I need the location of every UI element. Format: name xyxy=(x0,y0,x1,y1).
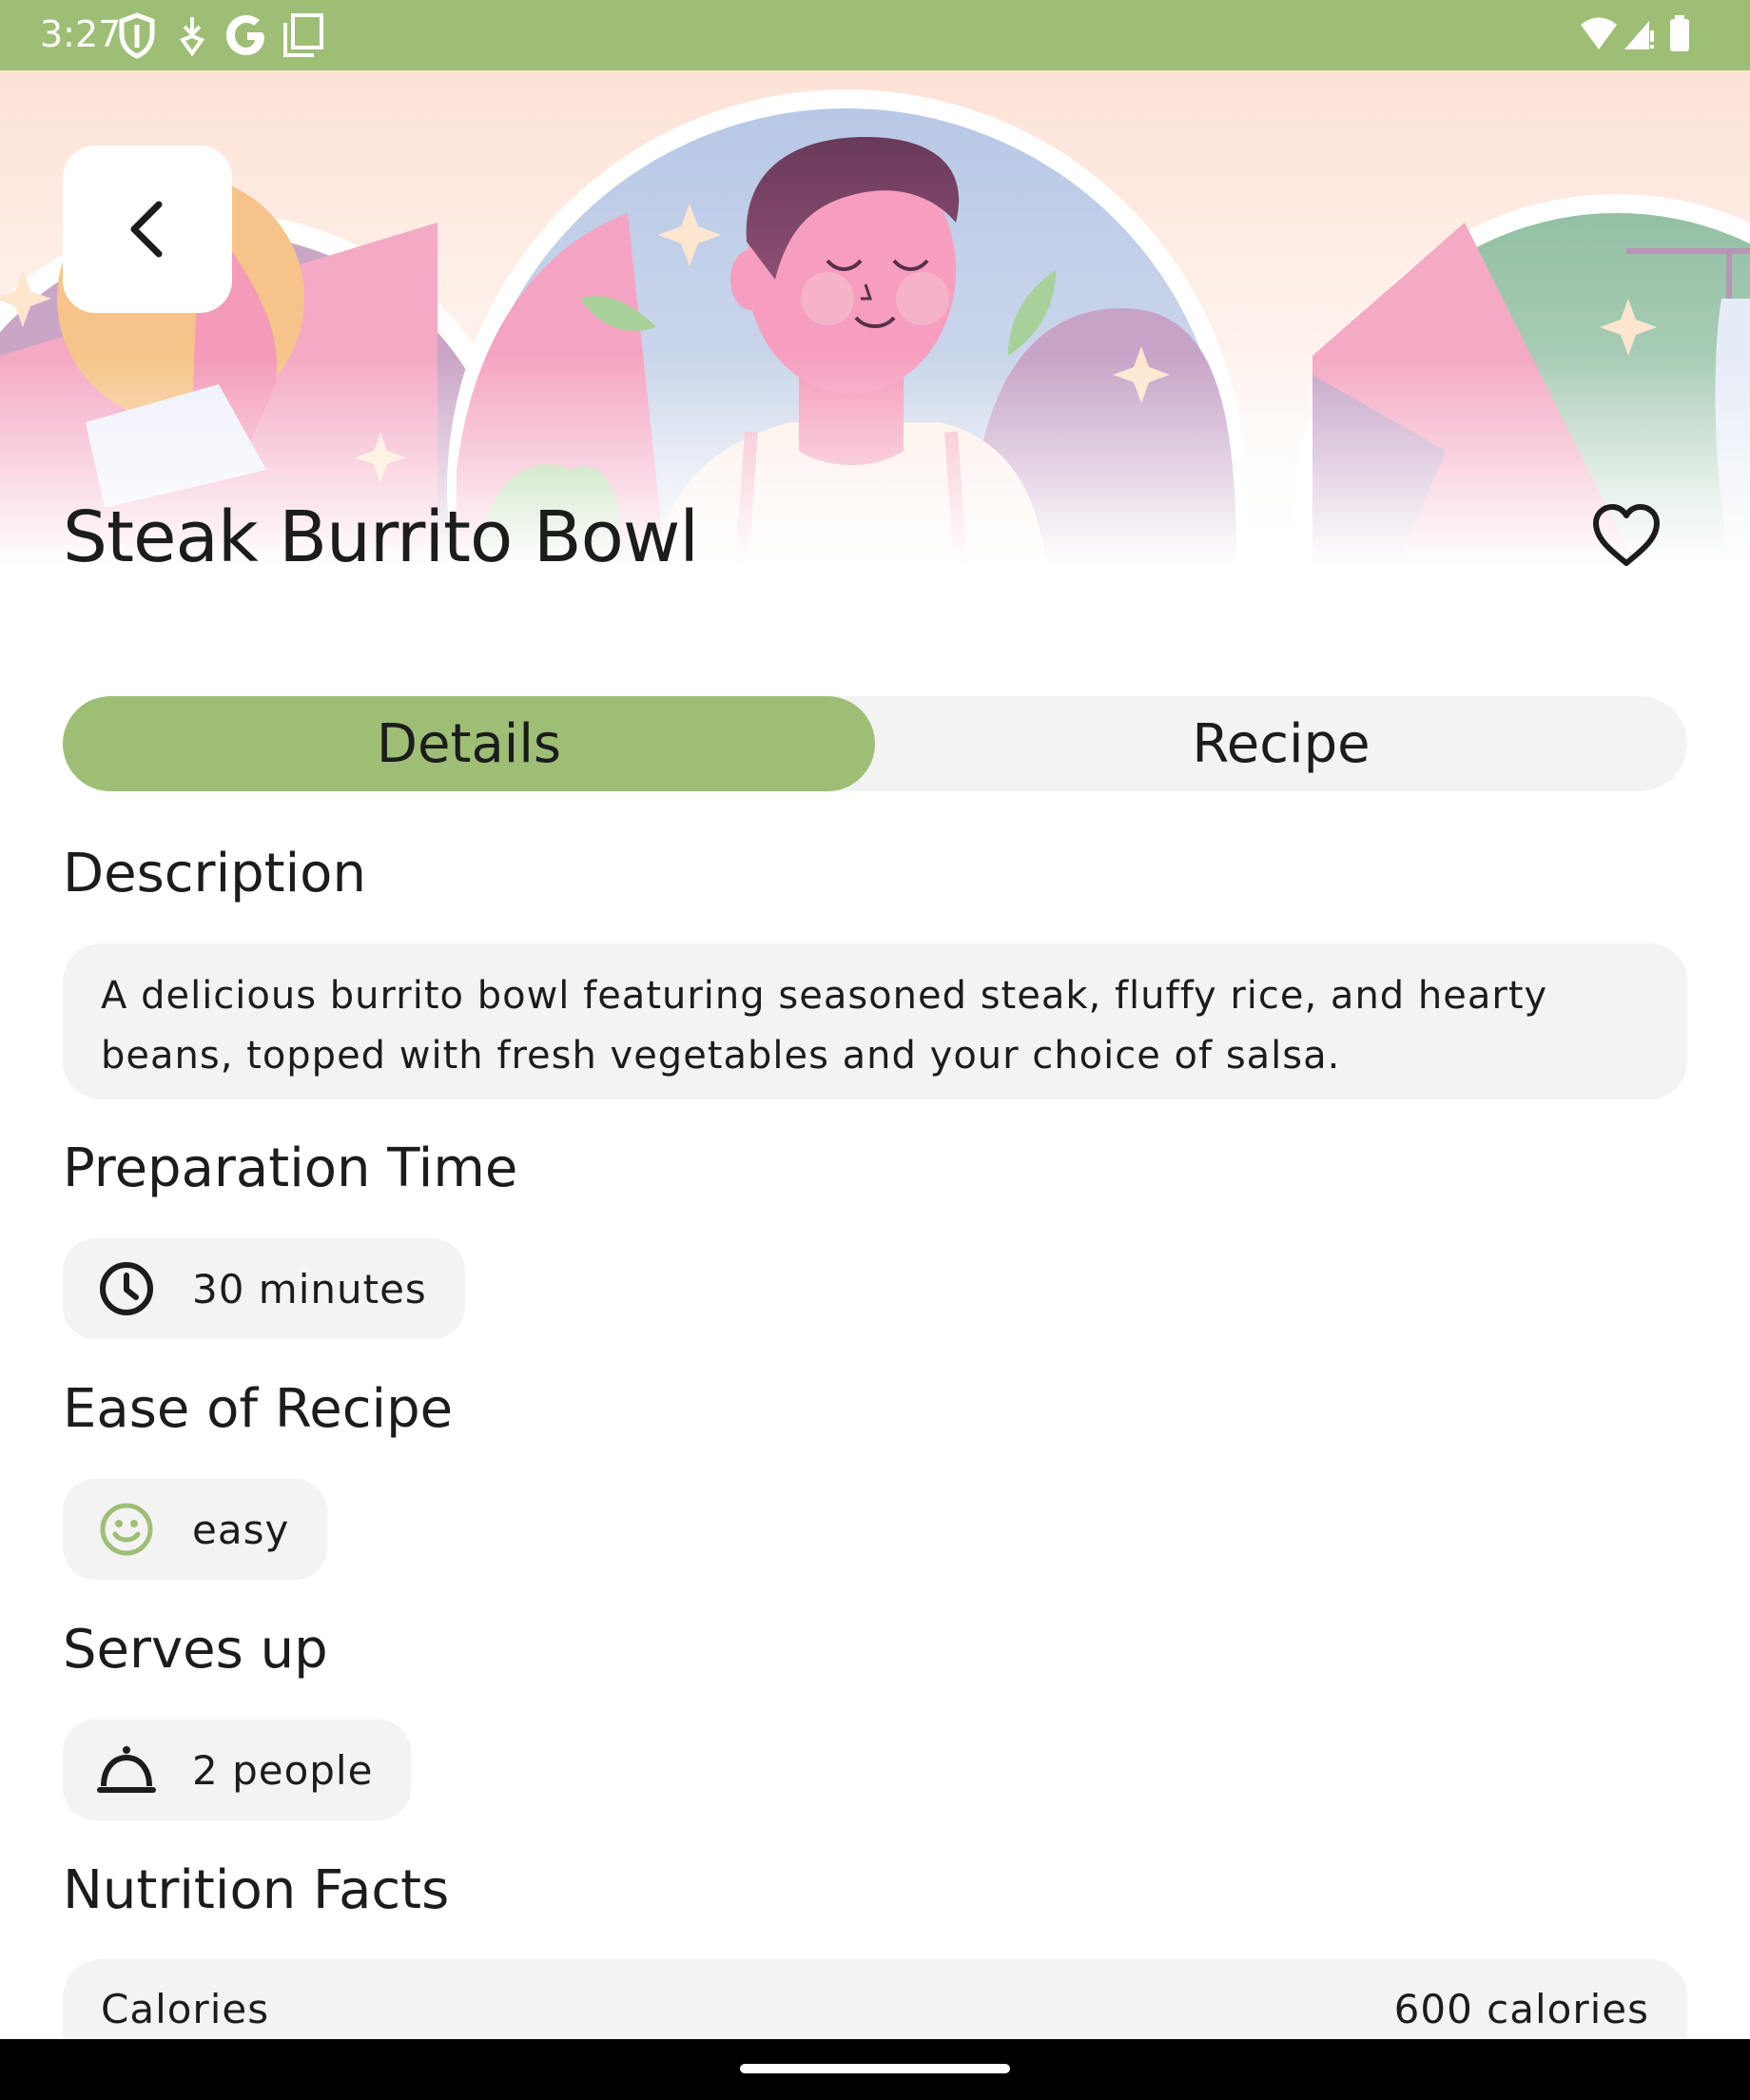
smiley-icon xyxy=(100,1503,153,1556)
clock-icon xyxy=(100,1262,153,1315)
nutrition-calories-value: 600 calories xyxy=(1393,1986,1649,2032)
ease-heading: Ease of Recipe xyxy=(63,1378,454,1440)
favorite-button[interactable] xyxy=(1590,502,1662,571)
nutrition-heading: Nutrition Facts xyxy=(63,1859,450,1921)
tab-bar: Details Recipe xyxy=(63,696,1687,791)
ease-chip: easy xyxy=(63,1479,328,1580)
description-heading: Description xyxy=(63,843,366,904)
recipe-title: Steak Burrito Bowl xyxy=(63,496,699,578)
nutrition-calories-label: Calories xyxy=(101,1986,270,2032)
battery-icon xyxy=(1668,15,1691,58)
status-time: 3:27 xyxy=(40,13,122,55)
description-line-2: beans, topped with fresh vegetables and … xyxy=(101,1034,1341,1078)
tab-details[interactable]: Details xyxy=(63,696,875,791)
description-box: A delicious burrito bowl featuring seaso… xyxy=(63,943,1687,1099)
shield-icon xyxy=(118,11,156,64)
wifi-icon xyxy=(1579,15,1619,58)
ease-value: easy xyxy=(192,1506,290,1553)
heart-outline-icon xyxy=(1593,504,1660,566)
status-bar: 3:27 xyxy=(0,0,1750,70)
google-icon xyxy=(223,11,270,64)
signal-icon xyxy=(1623,15,1655,58)
prep-time-heading: Preparation Time xyxy=(63,1138,518,1199)
screenshot-icon xyxy=(280,11,325,64)
prep-time-chip: 30 minutes xyxy=(63,1238,465,1339)
hero-illustration xyxy=(0,70,1750,565)
serves-chip: 2 people xyxy=(63,1720,412,1820)
back-button[interactable] xyxy=(63,146,232,313)
serves-heading: Serves up xyxy=(63,1619,328,1681)
cloche-icon xyxy=(97,1746,156,1793)
home-gesture-handle[interactable] xyxy=(740,2064,1010,2073)
download-icon xyxy=(177,11,207,64)
prep-time-value: 30 minutes xyxy=(192,1265,427,1312)
navigation-bar xyxy=(0,2039,1750,2100)
tab-recipe[interactable]: Recipe xyxy=(875,696,1687,791)
serves-value: 2 people xyxy=(192,1746,374,1794)
description-line-1: A delicious burrito bowl featuring seaso… xyxy=(101,974,1548,1018)
back-chevron-icon xyxy=(130,201,163,258)
